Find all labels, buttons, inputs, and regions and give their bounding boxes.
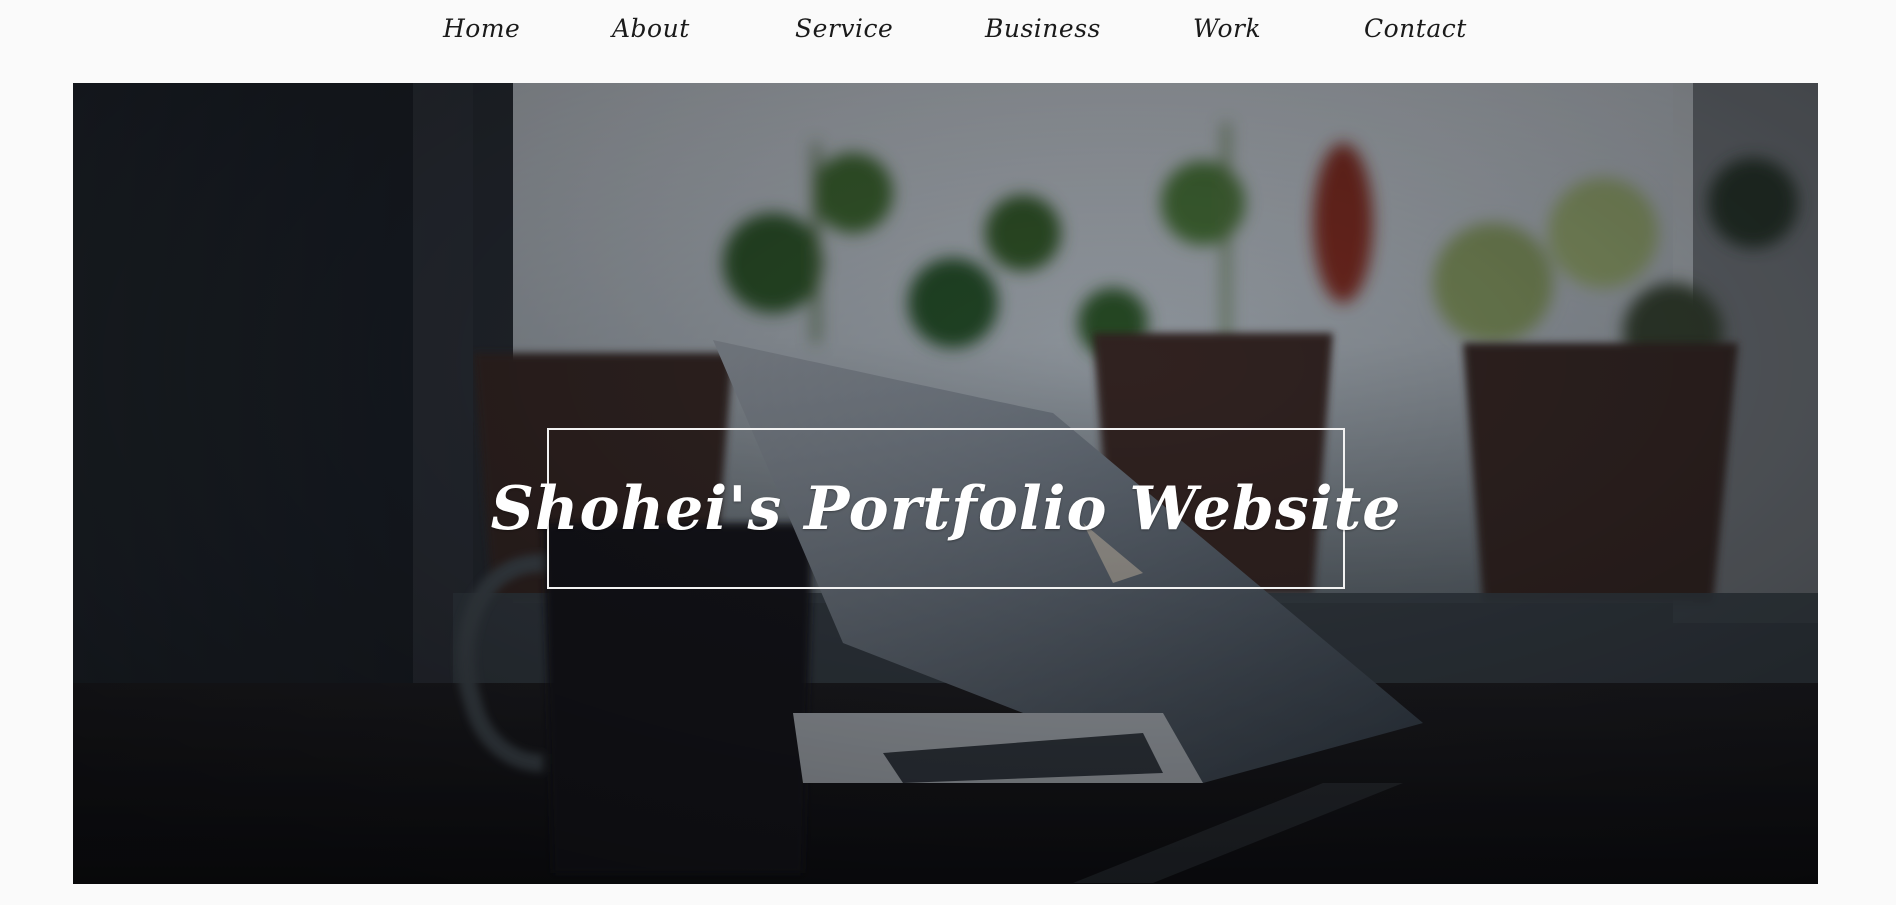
hero-title-frame: Shohei's Portfolio Website (491, 428, 1400, 589)
top-navigation: Home About Service Business Work Contact (0, 0, 1896, 70)
nav-link-about[interactable]: About (612, 14, 690, 43)
nav-link-service[interactable]: Service (795, 14, 893, 43)
nav-link-contact[interactable]: Contact (1364, 14, 1467, 43)
hero-banner: Shohei's Portfolio Website (73, 83, 1818, 884)
nav-link-business[interactable]: Business (985, 14, 1101, 43)
nav-link-home[interactable]: Home (443, 14, 520, 43)
hero-title: Shohei's Portfolio Website (490, 473, 1402, 544)
nav-link-work[interactable]: Work (1193, 14, 1261, 43)
